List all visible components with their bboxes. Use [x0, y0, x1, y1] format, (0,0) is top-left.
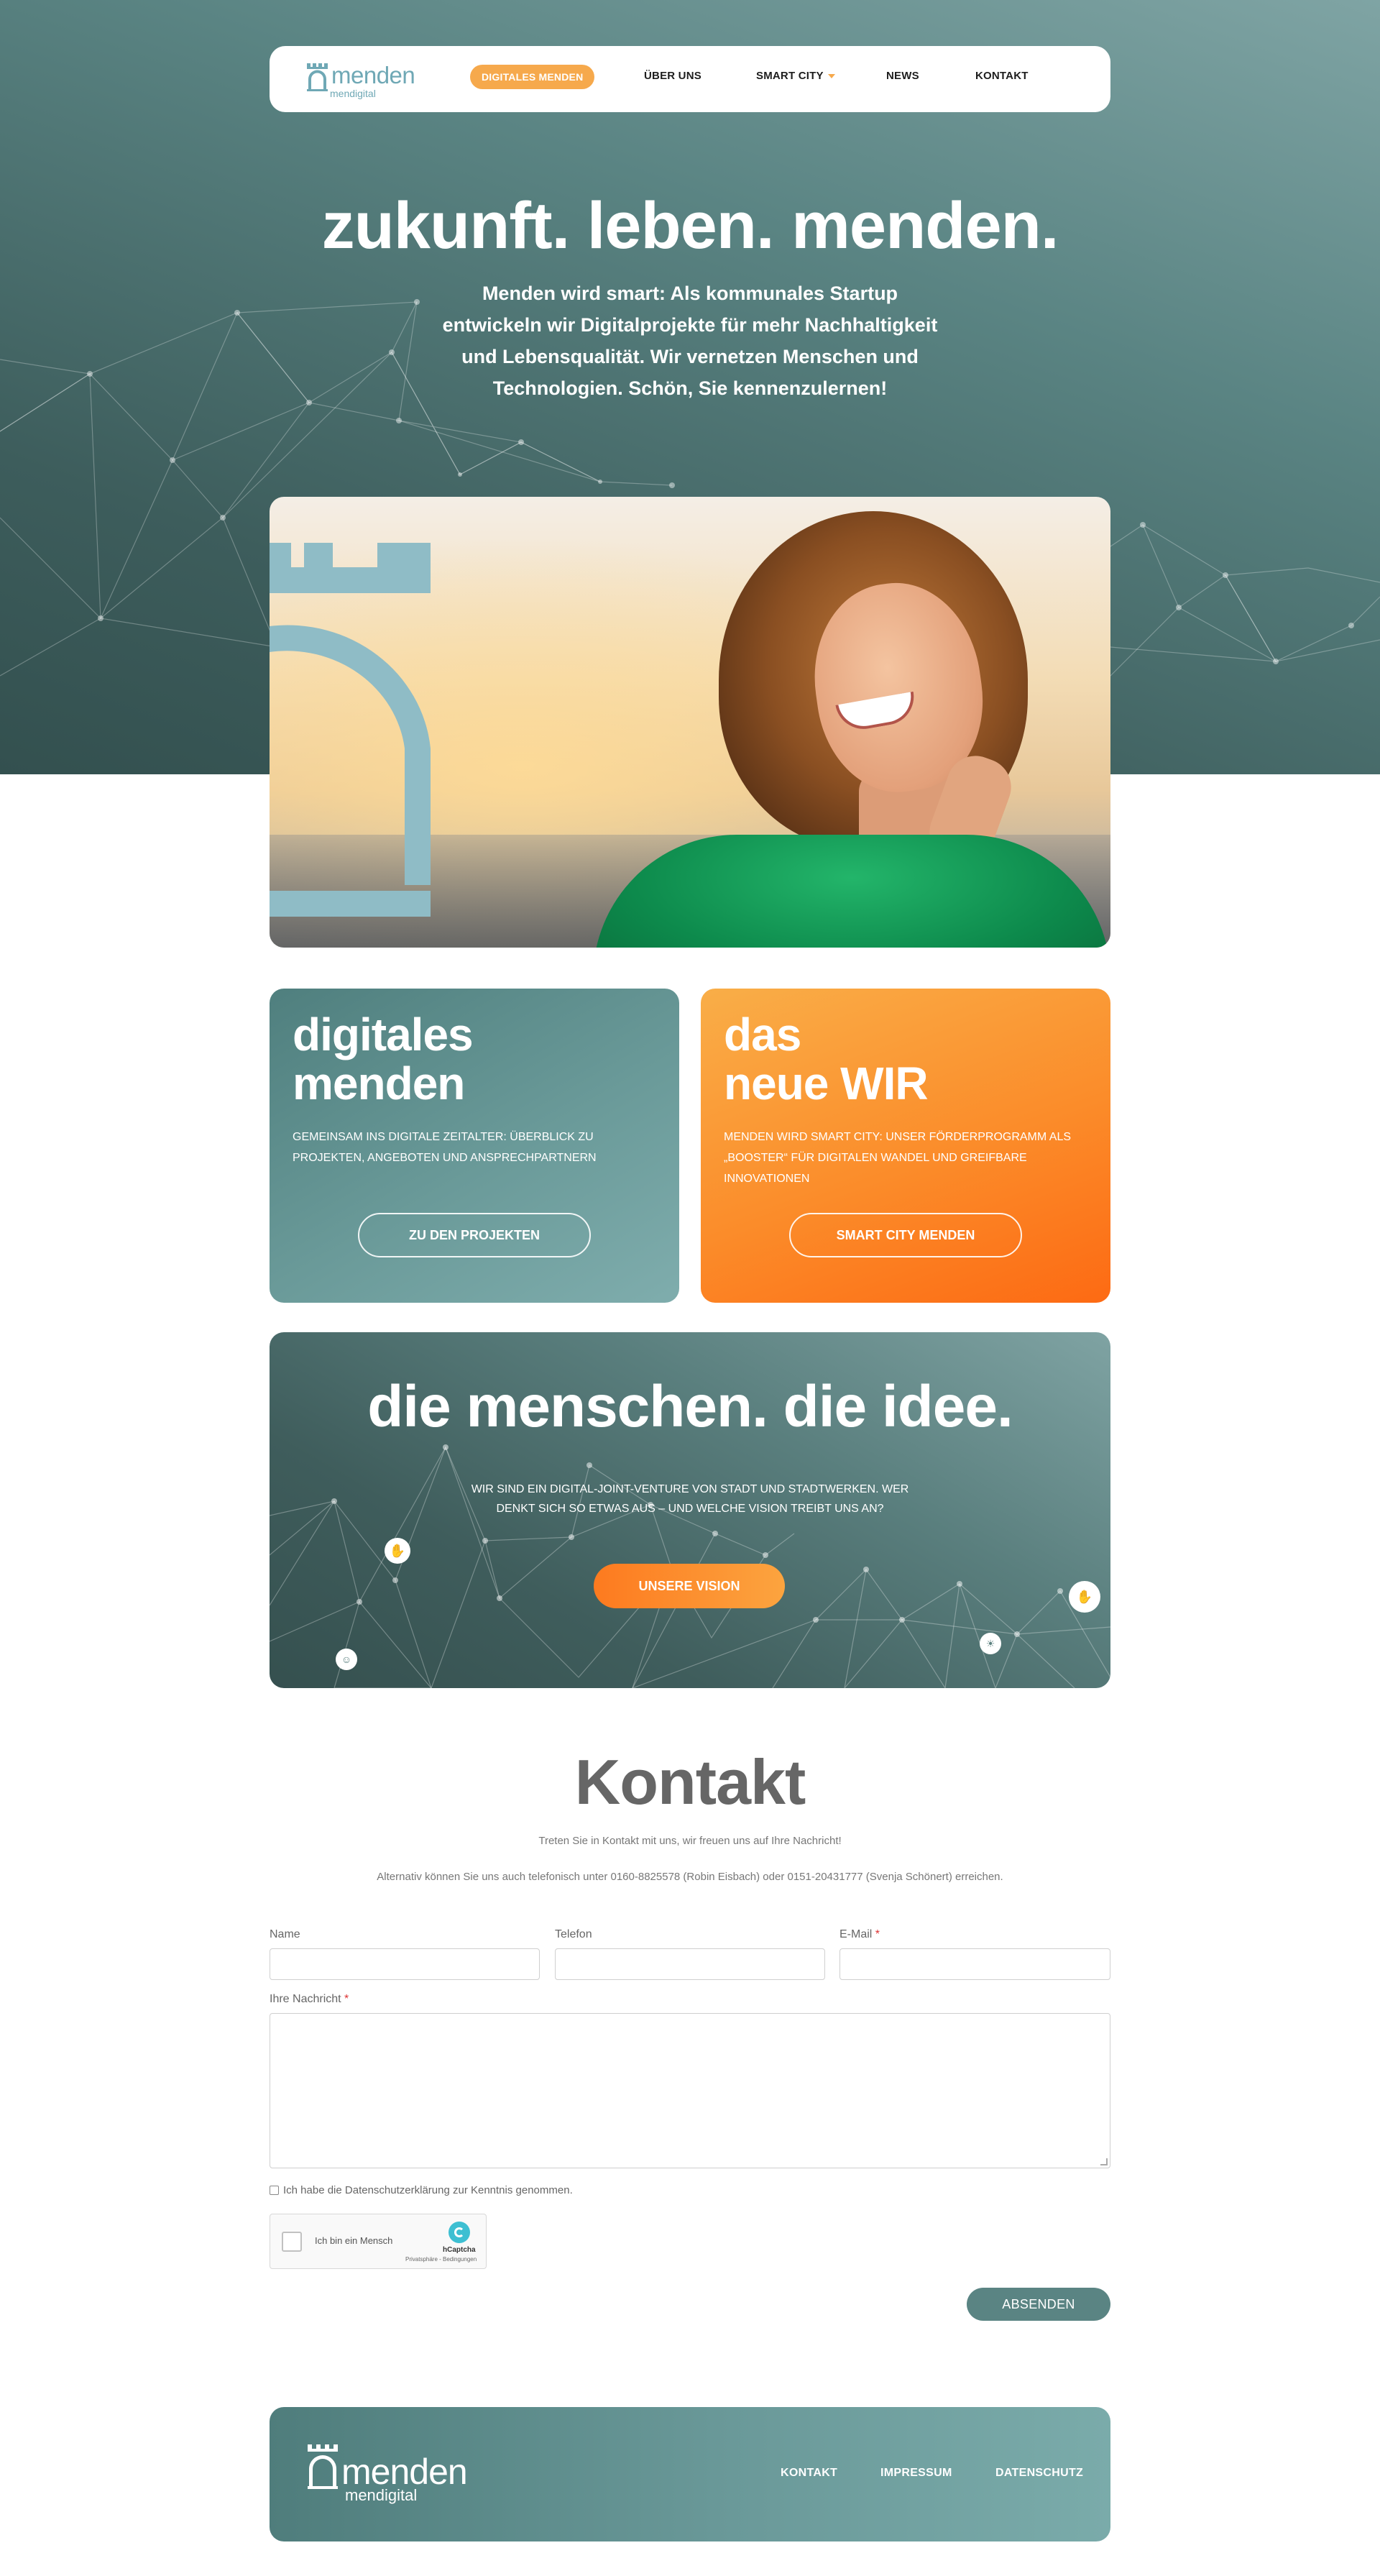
- card-text: GEMEINSAM INS DIGITALE ZEITALTER: ÜBERBL…: [293, 1131, 597, 1164]
- message-textarea[interactable]: [270, 2013, 1110, 2168]
- privacy-consent: Ich habe die Datenschutzerklärung zur Ke…: [270, 2184, 573, 2196]
- projects-button[interactable]: ZU DEN PROJEKTEN: [358, 1213, 591, 1257]
- hand-icon: ✋: [1069, 1581, 1100, 1613]
- vision-button[interactable]: UNSERE VISION: [594, 1564, 785, 1608]
- main-navigation: menden mendigital DIGITALES MENDEN ÜBER …: [270, 46, 1110, 112]
- nav-kontakt[interactable]: KONTAKT: [975, 70, 1029, 82]
- contact-intro: Treten Sie in Kontakt mit uns, wir freue…: [538, 1835, 842, 1847]
- contact-title: Kontakt: [574, 1746, 806, 1818]
- message-label: Ihre Nachricht *: [270, 1993, 349, 2005]
- nav-news[interactable]: NEWS: [886, 70, 919, 82]
- card-text: MENDEN WIRD SMART CITY: UNSER FÖRDERPROG…: [724, 1131, 1072, 1185]
- vision-banner: ✋ ☺ ✋ ☀ die menschen. die idee. WIR SIND…: [270, 1332, 1110, 1688]
- contact-phone-info: Alternativ können Sie uns auch telefonis…: [377, 1871, 1003, 1883]
- people-icon: ☺: [336, 1649, 357, 1670]
- card-title: das neue WIR: [724, 1009, 929, 1109]
- chevron-down-icon: [827, 74, 835, 79]
- lightbulb-icon: ☀: [980, 1633, 1001, 1654]
- footer-link-datenschutz[interactable]: DATENSCHUTZ: [995, 2467, 1083, 2480]
- hcaptcha-logo-icon: [448, 2222, 470, 2243]
- phone-label: Telefon: [555, 1928, 592, 1940]
- smart-city-button[interactable]: SMART CITY MENDEN: [789, 1213, 1022, 1257]
- menden-logo[interactable]: menden mendigital: [305, 59, 420, 101]
- captcha-widget: Ich bin ein Mensch hCaptcha Privatsphäre…: [270, 2214, 487, 2269]
- footer-logo-subline: mendigital: [345, 2486, 418, 2504]
- nav-digitales-menden[interactable]: DIGITALES MENDEN: [470, 65, 595, 89]
- hero-intro-text: Menden wird smart: Als kommunales Startu…: [442, 283, 938, 399]
- tower-logo-icon: [308, 2444, 338, 2489]
- email-input[interactable]: [840, 1948, 1110, 1980]
- name-label: Name: [270, 1928, 300, 1940]
- nav-smart-city[interactable]: SMART CITY: [756, 70, 835, 82]
- privacy-checkbox[interactable]: [270, 2186, 279, 2195]
- phone-input[interactable]: [555, 1948, 825, 1980]
- card-das-neue-wir: das neue WIR MENDEN WIRD SMART CITY: UNSE…: [701, 989, 1110, 1303]
- captcha-links[interactable]: Privatsphäre - Bedingungen: [405, 2256, 477, 2263]
- logo-wordmark: menden: [331, 62, 415, 88]
- handshake-icon: ✋: [385, 1538, 410, 1564]
- captcha-brand: hCaptcha: [443, 2246, 476, 2254]
- captcha-label: Ich bin ein Mensch: [315, 2235, 393, 2246]
- captcha-checkbox[interactable]: [282, 2232, 302, 2252]
- hero-image: [270, 497, 1110, 948]
- footer-link-impressum[interactable]: IMPRESSUM: [880, 2467, 952, 2480]
- card-digitales-menden: digitales menden GEMEINSAM INS DIGITALE Z…: [270, 989, 679, 1303]
- nav-smart-city-label: SMART CITY: [756, 70, 824, 82]
- nav-ueber-uns[interactable]: ÜBER UNS: [644, 70, 702, 82]
- banner-text: WIR SIND EIN DIGITAL-JOINT-VENTURE VON S…: [471, 1483, 909, 1515]
- photo-woman-shirt: [593, 835, 1110, 948]
- email-label: E-Mail *: [840, 1928, 880, 1940]
- resize-handle-icon[interactable]: [1100, 2158, 1108, 2165]
- logo-subline: mendigital: [330, 88, 376, 99]
- name-input[interactable]: [270, 1948, 540, 1980]
- footer-link-kontakt[interactable]: KONTAKT: [781, 2467, 837, 2480]
- banner-title: die menschen. die idee.: [367, 1374, 1013, 1439]
- submit-button[interactable]: ABSENDEN: [967, 2288, 1110, 2321]
- tower-logo-icon: [307, 63, 328, 91]
- privacy-label: Ich habe die Datenschutzerklärung zur Ke…: [283, 2184, 573, 2196]
- hero-title: zukunft. leben. menden.: [321, 189, 1059, 262]
- footer: menden mendigital KONTAKT IMPRESSUM DATE…: [270, 2407, 1110, 2541]
- card-title: digitales menden: [293, 1009, 474, 1109]
